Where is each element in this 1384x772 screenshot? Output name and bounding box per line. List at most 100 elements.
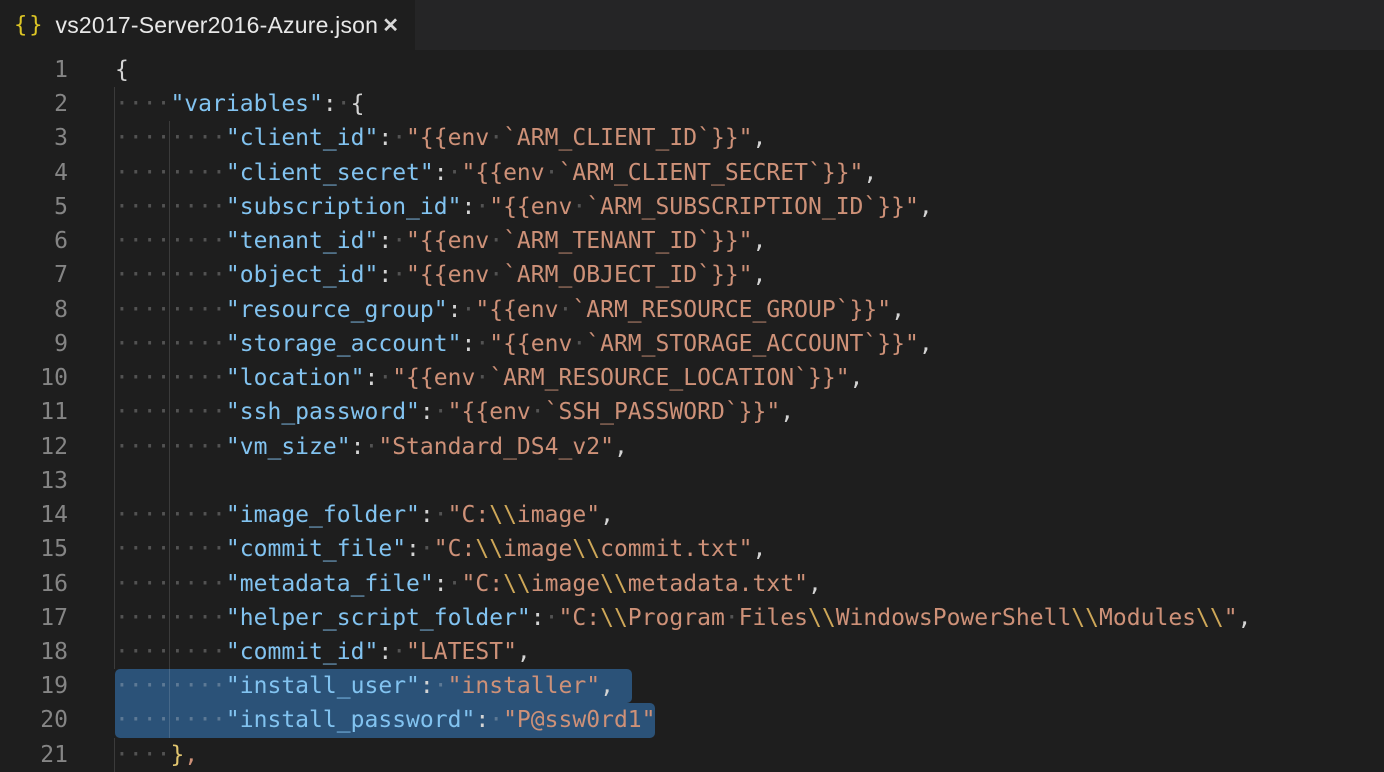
code-token: "P@ssw0rd1"	[503, 707, 655, 733]
code-line-6[interactable]: 6 ········"tenant_id":·"{{env·`ARM_TENANT…	[0, 224, 1384, 258]
line-content: ········"install_password":·"P@ssw0rd1"	[115, 703, 1384, 737]
code-line-11[interactable]: 11········"ssh_password":·"{{env·`SSH_PA…	[0, 395, 1384, 429]
code-line-3[interactable]: 3········"client_id":·"{{env·`ARM_CLIENT…	[0, 121, 1384, 155]
code-token: ········	[115, 365, 226, 391]
close-tab-icon[interactable]: ✕	[380, 11, 401, 40]
line-content: ········"helper_script_folder":·"C:\\Pro…	[115, 601, 1384, 635]
code-line-2[interactable]: 2····"variables":·{	[0, 87, 1384, 121]
code-token: "C:	[559, 605, 601, 631]
code-token: ········	[115, 639, 226, 665]
code-token: "{{env·`ARM_TENANT_ID`}}"	[406, 228, 752, 254]
code-token: "variables"	[170, 91, 322, 117]
code-token: :·	[434, 160, 462, 186]
code-token: :·	[378, 262, 406, 288]
line-content: ········"vm_size":·"Standard_DS4_v2",	[115, 430, 1384, 464]
code-token: ········	[115, 331, 226, 357]
code-token: ········	[115, 536, 226, 562]
code-token: WindowsPowerShell	[836, 605, 1072, 631]
code-token: "{{env·`ARM_SUBSCRIPTION_ID`}}"	[489, 194, 919, 220]
code-token: :·	[378, 639, 406, 665]
code-token: "Standard_DS4_v2"	[378, 434, 614, 460]
code-line-8[interactable]: 8········"resource_group":·"{{env·`ARM_R…	[0, 293, 1384, 327]
code-line-20[interactable]: 20 ········"install_password":·"P@ssw0rd1…	[0, 703, 1384, 737]
code-token: ,	[753, 228, 767, 254]
tab-vs2017-server2016-azure-json[interactable]: {} vs2017-Server2016-Azure.json ✕	[0, 0, 415, 50]
code-editor[interactable]: 1{2····"variables":·{3········"client_id…	[0, 50, 1384, 772]
code-line-1[interactable]: 1{	[0, 53, 1384, 87]
code-token: "tenant_id"	[226, 228, 378, 254]
code-token: "C:	[448, 502, 490, 528]
line-number: 20	[0, 703, 68, 737]
code-token: commit.txt"	[600, 536, 752, 562]
code-token: "{{env·`ARM_OBJECT_ID`}}"	[406, 262, 752, 288]
code-token: "LATEST"	[406, 639, 517, 665]
code-token: \\	[489, 502, 517, 528]
line-content: ········"client_secret":·"{{env·`ARM_CLI…	[115, 156, 1384, 190]
line-number: 6	[0, 224, 68, 258]
code-line-5[interactable]: 5········"subscription_id":·"{{env·`ARM_…	[0, 190, 1384, 224]
code-token: "	[1224, 605, 1238, 631]
code-token: "commit_id"	[226, 639, 378, 665]
code-token: "installer"	[448, 673, 600, 699]
line-content: ········"storage_account":·"{{env·`ARM_S…	[115, 327, 1384, 361]
line-content: ········"resource_group":·"{{env·`ARM_RE…	[115, 293, 1384, 327]
line-number: 21	[0, 738, 68, 772]
code-token: ,	[753, 262, 767, 288]
code-token: "ssh_password"	[226, 399, 420, 425]
code-token: ········	[115, 707, 226, 733]
code-token: ,	[614, 434, 628, 460]
code-token: \\	[475, 536, 503, 562]
code-line-4[interactable]: 4 ········"client_secret":·"{{env·`ARM_CL…	[0, 156, 1384, 190]
code-token: "client_id"	[226, 125, 378, 151]
tab-title: vs2017-Server2016-Azure.json	[56, 12, 379, 39]
code-line-7[interactable]: 7········"object_id":·"{{env·`ARM_OBJECT…	[0, 258, 1384, 292]
code-token: "C:	[461, 571, 503, 597]
code-token: ,	[753, 125, 767, 151]
code-token: \\	[600, 571, 628, 597]
line-content	[115, 464, 1384, 498]
code-token: ,	[919, 331, 933, 357]
code-token: ········	[115, 571, 226, 597]
code-line-21[interactable]: 21 ····},	[0, 738, 1384, 772]
code-token: :·	[461, 194, 489, 220]
code-token: ,	[1238, 605, 1252, 631]
code-token: "commit_file"	[226, 536, 406, 562]
line-number: 15	[0, 532, 68, 566]
code-token: ········	[115, 125, 226, 151]
code-line-13[interactable]: 13	[0, 464, 1384, 498]
line-content: {	[115, 53, 1384, 87]
line-content: ········"location":·"{{env·`ARM_RESOURCE…	[115, 361, 1384, 395]
code-token: }	[170, 742, 184, 768]
line-content: ····},	[115, 738, 1384, 772]
code-token: \\	[503, 571, 531, 597]
code-line-15[interactable]: 15 ········"commit_file":·"C:\\image\\com…	[0, 532, 1384, 566]
line-number: 11	[0, 395, 68, 429]
line-number: 16	[0, 567, 68, 601]
code-line-10[interactable]: 10········"location":·"{{env·`ARM_RESOUR…	[0, 361, 1384, 395]
code-token: ,	[517, 639, 531, 665]
code-token: ,	[780, 399, 794, 425]
code-line-19[interactable]: 19········"install_user":·"installer",	[0, 669, 1384, 703]
tab-bar: {} vs2017-Server2016-Azure.json ✕	[0, 0, 1384, 50]
code-line-18[interactable]: 18 ········"commit_id":·"LATEST",	[0, 635, 1384, 669]
line-content: ········"image_folder":·"C:\\image",	[115, 498, 1384, 532]
code-token: "resource_group"	[226, 297, 448, 323]
code-token: ········	[115, 605, 226, 631]
code-line-12[interactable]: 12········"vm_size":·"Standard_DS4_v2",	[0, 430, 1384, 464]
line-number: 4	[0, 156, 68, 190]
code-token: "install_password"	[226, 707, 475, 733]
code-token: "vm_size"	[226, 434, 351, 460]
indent-guide	[169, 464, 170, 498]
code-line-9[interactable]: 9········"storage_account":·"{{env·`ARM_…	[0, 327, 1384, 361]
code-token: "object_id"	[226, 262, 378, 288]
code-token: image	[531, 571, 600, 597]
code-token: :·	[420, 399, 448, 425]
line-content: ········"commit_file":·"C:\\image\\commi…	[115, 532, 1384, 566]
line-number: 18	[0, 635, 68, 669]
line-number: 1	[0, 53, 68, 87]
line-content: ········"tenant_id":·"{{env·`ARM_TENANT_…	[115, 224, 1384, 258]
code-line-17[interactable]: 17········"helper_script_folder":·"C:\\P…	[0, 601, 1384, 635]
code-line-14[interactable]: 14········"image_folder":·"C:\\image",	[0, 498, 1384, 532]
code-line-16[interactable]: 16········"metadata_file":·"C:\\image\\m…	[0, 567, 1384, 601]
code-token: "{{env·`ARM_CLIENT_ID`}}"	[406, 125, 752, 151]
